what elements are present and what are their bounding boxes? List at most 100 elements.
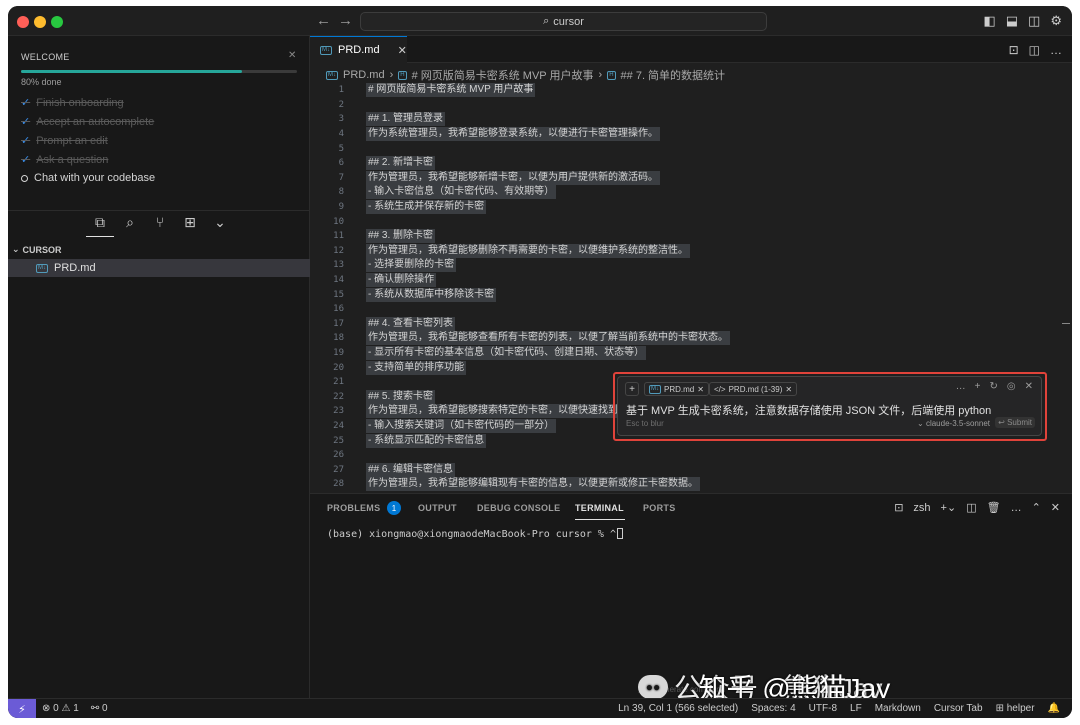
line-ending[interactable]: LF [850,703,862,714]
inline-chat-box[interactable]: + M↓ PRD.md ✕ </> PRD.md (1-39) ✕ … + ↻ … [617,376,1042,436]
ports-status[interactable]: ⚯ 0 [91,703,108,714]
task-prompt-edit[interactable]: ✓ Prompt an edit [21,134,108,148]
open-preview-icon[interactable]: ⊡ [1009,43,1019,57]
code-line[interactable]: 12 作为管理员，我希望能够删除不再需要的卡密，以便维护系统的整洁性。 [310,243,1050,259]
maximize-panel-icon[interactable]: ⌃ [1032,501,1041,514]
cursor-tab[interactable]: Cursor Tab [934,703,983,714]
error-count: 0 [53,703,59,714]
breadcrumb-heading[interactable]: # 网页版简易卡密系统 MVP 用户故事 [412,67,594,83]
trash-icon[interactable]: 🗑 [987,501,1001,514]
model-selector[interactable]: ⌄ claude-3.5-sonnet [917,419,990,428]
scrollbar[interactable] [1062,323,1070,324]
close-icon[interactable]: ✕ [1051,501,1060,514]
more-icon[interactable]: … [956,381,966,392]
chip-label: PRD.md [664,384,695,394]
code-line[interactable]: 4 作为系统管理员，我希望能够登录系统，以便进行卡密管理操作。 [310,127,1050,142]
forward-arrow-icon[interactable]: → [338,12,353,29]
code-line[interactable]: 9 - 系统生成并保存新的卡密 [310,200,1050,215]
encoding[interactable]: UTF-8 [809,703,837,714]
toggle-panel-icon[interactable]: ⬓ [1006,13,1018,29]
sidebar: WELCOME ✕ 80% done ✓ Finish onboarding ✓… [8,36,310,698]
code-line[interactable]: 2 [310,98,1050,113]
tab-ports[interactable]: PORTS [643,503,676,513]
code-line[interactable]: 3 ## 1. 管理员登录 [310,112,1050,127]
toggle-secondary-sidebar-icon[interactable]: ◫ [1028,13,1040,29]
code-line[interactable]: 14 - 确认删除操作 [310,273,1050,288]
terminal-line[interactable]: (base) xiongmao@xiongmaodeMacBook-Pro cu… [327,528,623,540]
task-chat-codebase[interactable]: Chat with your codebase [21,172,155,184]
code-line[interactable]: 8 - 输入卡密信息（如卡密代码、有效期等） [310,185,1050,200]
code-line[interactable]: 15 - 系统从数据库中移除该卡密 [310,287,1050,302]
cursor-position[interactable]: Ln 39, Col 1 (566 selected) [618,703,738,714]
task-finish-onboarding[interactable]: ✓ Finish onboarding [21,96,124,110]
line-text: # 网页版简易卡密系统 MVP 用户故事 [366,83,536,98]
bell-icon[interactable]: 🔔 [1048,703,1060,714]
search-icon[interactable]: ⌕ [122,214,138,231]
file-item-prd[interactable]: M↓ PRD.md [8,259,310,277]
shell-name[interactable]: zsh [913,502,930,514]
settings-icon[interactable]: ◎ [1007,381,1016,392]
explorer-icon[interactable]: ⧉ [92,214,108,231]
task-accept-autocomplete[interactable]: ✓ Accept an autocomplete [21,115,154,129]
breadcrumb-file[interactable]: PRD.md [343,69,385,81]
close-window-button[interactable] [17,16,29,28]
code-line[interactable]: 16 [310,302,1050,317]
tab-debug-console[interactable]: DEBUG CONSOLE [477,503,560,513]
back-arrow-icon[interactable]: ← [316,12,331,29]
add-context-button[interactable]: + [625,382,639,396]
code-line[interactable]: 6 ## 2. 新增卡密 [310,156,1050,171]
new-terminal-icon[interactable]: +⌄ [941,501,957,514]
minimize-window-button[interactable] [34,16,46,28]
language-mode[interactable]: Markdown [875,703,921,714]
breadcrumb-subheading[interactable]: ## 7. 简单的数据统计 [621,67,726,83]
extensions-icon[interactable]: ⊞ [182,214,198,231]
close-icon[interactable]: ✕ [1025,381,1033,392]
close-icon[interactable]: ✕ [785,385,792,394]
task-ask-question[interactable]: ✓ Ask a question [21,153,108,167]
close-icon[interactable]: ✕ [288,50,296,61]
explorer-root[interactable]: ⌄ CURSOR [12,244,62,255]
line-number: 14 [333,275,344,286]
code-line[interactable]: 18 作为管理员，我希望能够查看所有卡密的列表，以便了解当前系统中的卡密状态。 [310,331,1050,346]
chat-prompt-text[interactable]: 基于 MVP 生成卡密系统，注意数据存储使用 JSON 文件，后端使用 pyth… [626,402,991,418]
context-chip-file[interactable]: M↓ PRD.md ✕ [644,382,709,396]
activity-icons: ⧉ ⌕ ⑂ ⊞ ⌄ [92,214,228,231]
gear-icon[interactable]: ⚙ [1050,13,1062,29]
problems-status[interactable]: ⊗ 0 ⚠ 1 [42,703,79,714]
code-line[interactable]: 11 ## 3. 删除卡密 [310,229,1050,244]
code-line[interactable]: 7 作为管理员，我希望能够新增卡密，以便为用户提供新的激活码。 [310,170,1050,186]
code-line[interactable]: 5 [310,141,1050,156]
code-line[interactable]: 13 - 选择要删除的卡密 [310,258,1050,273]
indentation[interactable]: Spaces: 4 [751,703,795,714]
split-editor-icon[interactable]: ◫ [1029,43,1040,57]
context-chip-range[interactable]: </> PRD.md (1-39) ✕ [709,382,798,396]
code-line[interactable]: 19 - 显示所有卡密的基本信息（如卡密代码、创建日期、状态等） [310,346,1050,361]
remote-icon[interactable]: ⚡ [8,699,36,718]
close-icon[interactable]: ✕ [398,44,407,57]
source-control-icon[interactable]: ⑂ [152,214,168,231]
code-line[interactable]: 17 ## 4. 查看卡密列表 [310,316,1050,332]
more-icon[interactable]: … [1050,43,1062,57]
command-search-bar[interactable]: ⌕ cursor [360,12,767,31]
code-line[interactable]: 26 [310,448,1050,463]
plus-icon[interactable]: + [975,381,981,392]
line-number: 24 [333,421,344,432]
close-icon[interactable]: ✕ [697,385,704,394]
code-line[interactable]: 27 ## 6. 编辑卡密信息 [310,462,1050,478]
history-icon[interactable]: ↻ [989,381,997,392]
code-line[interactable]: 28 作为管理员，我希望能够编辑现有卡密的信息，以便更新或修正卡密数据。 [310,477,1050,492]
code-line[interactable]: 1 # 网页版简易卡密系统 MVP 用户故事 [310,83,1050,98]
tab-terminal[interactable]: TERMINAL [575,503,624,513]
chevron-down-icon[interactable]: ⌄ [212,214,228,231]
more-icon[interactable]: … [1011,502,1022,514]
submit-button[interactable]: ↩ Submit [995,417,1035,428]
split-terminal-icon[interactable]: ◫ [966,501,976,514]
tab-output[interactable]: OUTPUT [418,503,457,513]
tab-problems[interactable]: PROBLEMS [327,503,380,513]
maximize-window-button[interactable] [51,16,63,28]
toggle-sidebar-icon[interactable]: ◧ [983,13,995,29]
code-line[interactable]: 10 [310,214,1050,229]
helper-status[interactable]: ⊞ helper [996,703,1035,714]
status-bar: ⚡ ⊗ 0 ⚠ 1 ⚯ 0 Ln 39, Col 1 (566 selected… [8,698,1072,718]
tab-prd-md[interactable]: M↓ PRD.md ✕ [310,36,407,63]
